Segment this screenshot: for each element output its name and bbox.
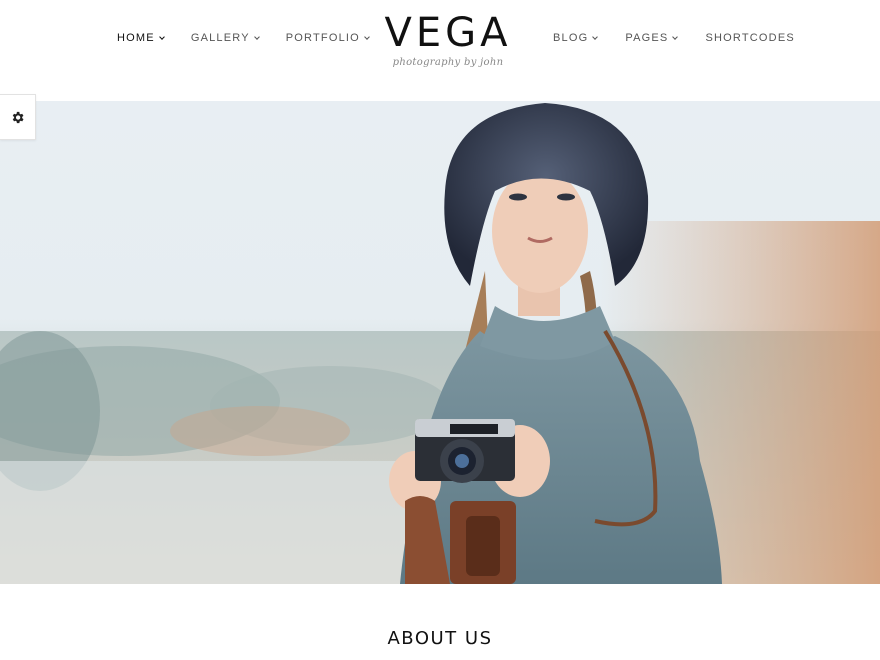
nav-item-label: PAGES <box>625 32 669 44</box>
hero-photo <box>0 103 880 584</box>
logo-tagline: photography by john <box>392 57 504 68</box>
nav-item-pages[interactable]: PAGES <box>625 32 679 44</box>
chevron-down-icon <box>672 33 679 40</box>
settings-panel-toggle[interactable] <box>0 94 36 140</box>
about-section-title: ABOUT US <box>387 628 493 649</box>
main-nav-right: BLOG PAGES SHORTCODES <box>553 32 823 44</box>
chevron-down-icon <box>253 33 260 40</box>
chevron-down-icon <box>364 33 370 40</box>
nav-item-label: GALLERY <box>190 32 250 44</box>
nav-item-gallery[interactable]: GALLERY <box>190 32 260 44</box>
nav-item-label: SHORTCODES <box>705 32 795 44</box>
chevron-down-icon <box>158 33 165 40</box>
nav-item-home[interactable]: HOME <box>117 32 165 44</box>
gear-icon <box>12 111 24 123</box>
nav-item-shortcodes[interactable]: SHORTCODES <box>705 32 794 44</box>
nav-item-label: PORTFOLIO <box>285 32 360 44</box>
nav-item-portfolio[interactable]: PORTFOLIO <box>285 32 370 44</box>
nav-item-label: HOME <box>117 32 155 44</box>
site-logo[interactable]: VEGA photography by john <box>377 10 519 68</box>
hero-banner <box>0 101 880 584</box>
chevron-down-icon <box>592 33 599 40</box>
logo-title: VEGA <box>384 10 512 56</box>
nav-item-blog[interactable]: BLOG <box>553 32 599 44</box>
main-nav-left: HOME GALLERY PORTFOLIO <box>117 32 396 44</box>
nav-item-label: BLOG <box>553 32 589 44</box>
site-header: HOME GALLERY PORTFOLIO VEGA photography … <box>0 0 880 101</box>
